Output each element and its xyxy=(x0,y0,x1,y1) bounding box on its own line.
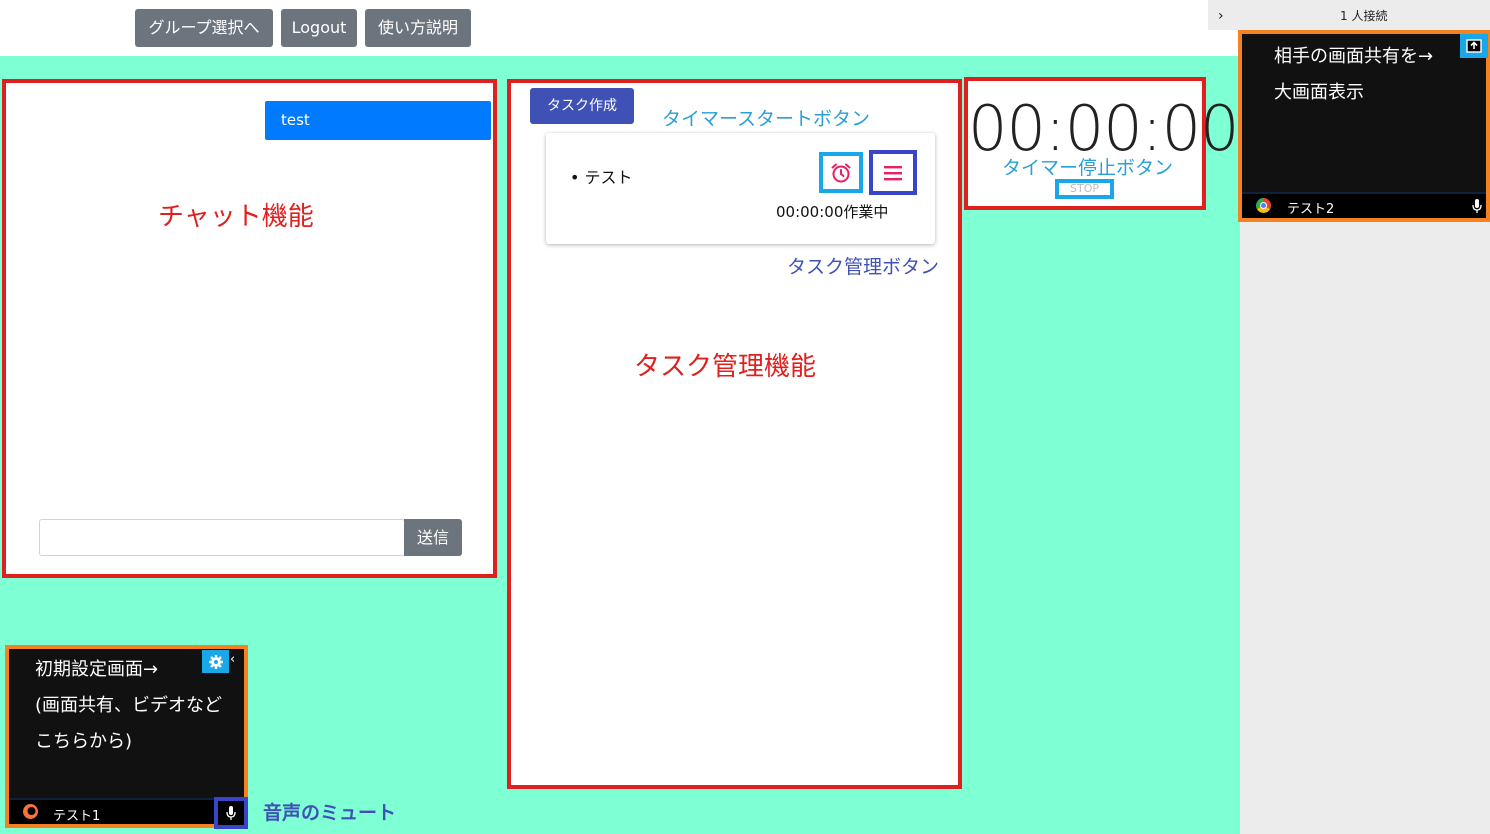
task-area-annotation: タスク管理機能 xyxy=(634,352,817,382)
mic-icon[interactable] xyxy=(1471,198,1483,214)
remote-video-text-1: 相手の画面共有を→ xyxy=(1274,46,1434,67)
task-manage-annotation: タスク管理ボタン xyxy=(787,256,940,278)
task-item-name: テスト xyxy=(584,168,633,187)
task-status: 00:00:00作業中 xyxy=(776,203,889,221)
remote-user-name: テスト2 xyxy=(1287,202,1335,217)
chat-input[interactable] xyxy=(39,519,405,556)
task-create-button[interactable]: タスク作成 xyxy=(530,88,634,124)
mute-button[interactable] xyxy=(214,797,248,829)
task-manage-button[interactable] xyxy=(869,150,917,195)
mic-icon xyxy=(226,806,236,820)
settings-button[interactable] xyxy=(202,650,229,673)
local-video-text-1: 初期設定画面→ xyxy=(35,659,159,680)
chat-annotation: チャット機能 xyxy=(158,202,314,232)
group-select-button[interactable]: グループ選択へ xyxy=(135,9,273,47)
collapse-chevron-icon[interactable]: › xyxy=(1218,8,1224,24)
firefox-icon xyxy=(23,804,38,819)
local-video-footer xyxy=(9,798,244,824)
logout-button[interactable]: Logout xyxy=(281,9,357,47)
timer-start-annotation: タイマースタートボタン xyxy=(662,108,871,130)
chrome-icon xyxy=(1256,198,1271,213)
connection-count: 1 人接続 xyxy=(1340,9,1388,23)
chevron-left-icon[interactable]: ‹ xyxy=(230,652,235,667)
task-item: • テスト xyxy=(570,164,633,188)
gear-icon xyxy=(208,654,223,669)
fullscreen-button[interactable] xyxy=(1460,34,1488,58)
send-button[interactable]: 送信 xyxy=(404,519,462,556)
local-video-text-3: こちらから) xyxy=(35,731,133,752)
timer-stop-button[interactable]: STOP xyxy=(1055,179,1114,199)
howto-button[interactable]: 使い方説明 xyxy=(365,9,471,47)
remote-video-text-2: 大画面表示 xyxy=(1274,82,1364,103)
alarm-clock-icon xyxy=(831,163,851,182)
mute-annotation: 音声のミュート xyxy=(263,802,397,824)
menu-icon xyxy=(884,165,902,180)
bullet-icon: • xyxy=(570,168,585,187)
chat-message: test xyxy=(265,101,491,140)
remote-video-footer xyxy=(1242,192,1486,218)
timer-start-button[interactable] xyxy=(819,152,863,193)
local-video-text-2: (画面共有、ビデオなど xyxy=(35,695,223,716)
chat-panel xyxy=(2,79,497,578)
local-user-name: テスト1 xyxy=(53,809,101,824)
timer-stop-annotation: タイマー停止ボタン xyxy=(1002,157,1174,179)
screen-share-icon xyxy=(1466,39,1482,53)
